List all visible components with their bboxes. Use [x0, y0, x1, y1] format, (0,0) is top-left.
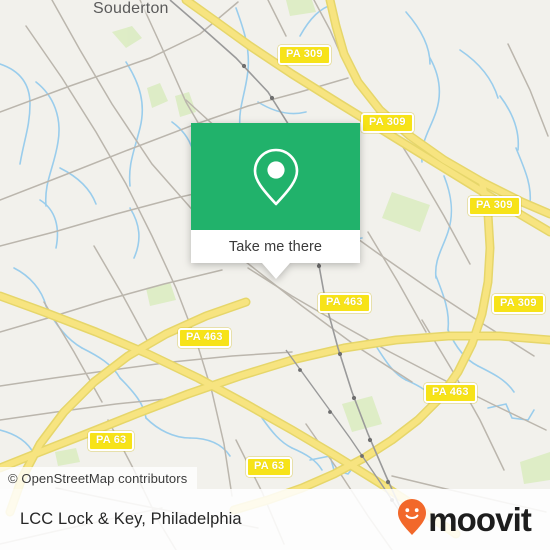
road-shield-pa-463: PA 463	[424, 383, 477, 403]
footer-place-title: LCC Lock & Key, Philadelphia	[20, 510, 242, 528]
road-shield-pa-309: PA 309	[361, 113, 414, 133]
moovit-smiley-pin-icon	[397, 498, 427, 541]
footer-bar: LCC Lock & Key, Philadelphia moovit	[0, 489, 550, 550]
map-attribution[interactable]: © OpenStreetMap contributors	[0, 467, 198, 489]
take-me-there-label: Take me there	[228, 238, 323, 255]
take-me-there-button[interactable]: Take me there	[191, 230, 360, 263]
place-label-souderton: Souderton	[93, 0, 169, 17]
map-screenshot: Souderton PA 309 PA 309 PA 309 PA 309 PA…	[0, 0, 550, 550]
map-pin-icon	[253, 148, 298, 205]
popup-pointer-tail	[261, 263, 290, 279]
road-shield-pa-309: PA 309	[278, 45, 331, 65]
road-shield-pa-63: PA 63	[246, 457, 293, 477]
attribution-text: © OpenStreetMap contributors	[8, 470, 188, 486]
moovit-brand[interactable]: moovit	[397, 498, 532, 541]
road-shield-pa-309: PA 309	[468, 196, 521, 216]
road-shield-pa-463: PA 463	[178, 328, 231, 348]
road-shield-pa-309: PA 309	[492, 294, 545, 314]
popup-icon-area	[191, 123, 360, 230]
road-shield-pa-63: PA 63	[88, 431, 135, 451]
moovit-wordmark: moovit	[428, 501, 532, 538]
road-shield-pa-463: PA 463	[318, 293, 371, 313]
location-popup-card[interactable]: Take me there	[191, 123, 360, 279]
